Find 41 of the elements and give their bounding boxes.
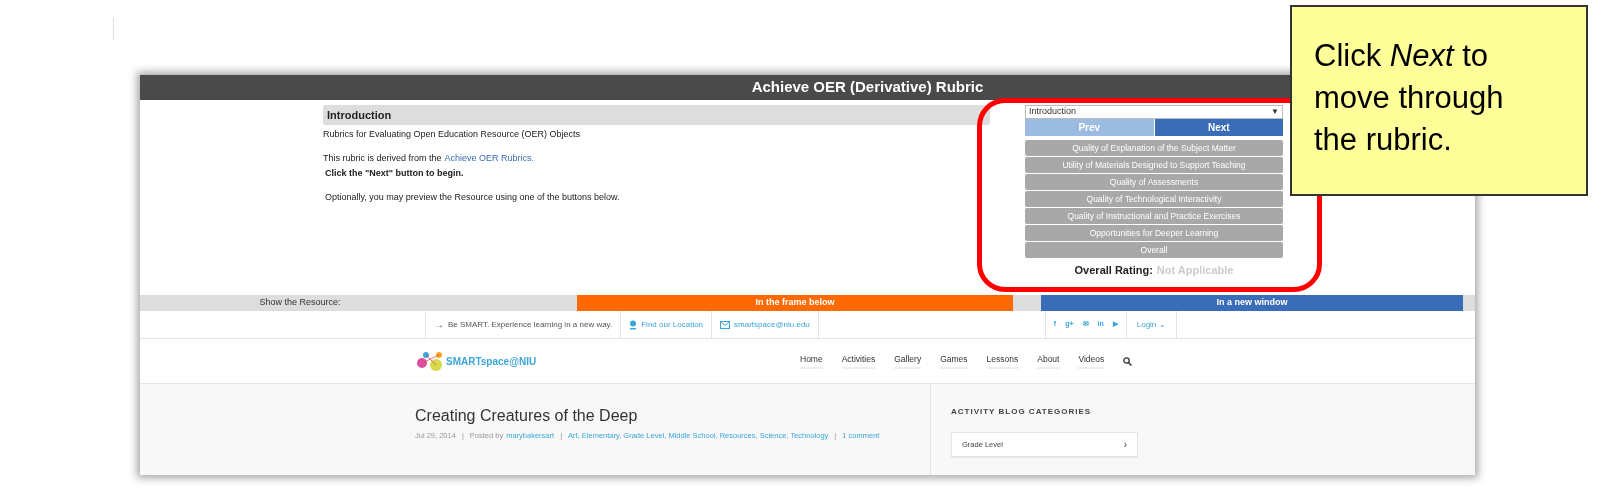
optional-text: Optionally, you may preview the Resource using one of the buttons below.: [325, 190, 621, 204]
description-text: This rubric is derived from the: [323, 151, 442, 165]
criterion-button[interactable]: Quality of Instructional and Practice Exercises: [1025, 208, 1283, 224]
next-button[interactable]: Next: [1154, 119, 1283, 136]
login-link[interactable]: Login ⌄: [1136, 318, 1166, 331]
mail-icon: [720, 320, 731, 329]
criterion-button[interactable]: Quality of Technological Interactivity: [1025, 191, 1283, 207]
location-pin-icon: [629, 319, 638, 330]
criterion-button[interactable]: Opportunities for Deeper Learning: [1025, 225, 1283, 241]
logo-icon: [416, 350, 444, 372]
section-heading: Introduction: [327, 107, 392, 123]
menu-item[interactable]: Activities: [841, 353, 876, 369]
site-logo[interactable]: SMARTspace@NIU: [446, 353, 537, 369]
overall-rating-label: Overall Rating:: [1074, 263, 1153, 278]
menu-item[interactable]: Home: [800, 353, 823, 369]
top-link[interactable]: smartspace@niu.edu: [734, 318, 810, 331]
callout-text: Click Next to move through the rubric.: [1314, 37, 1505, 159]
window-button[interactable]: In a new window: [1041, 295, 1463, 311]
menu-item[interactable]: Games: [940, 353, 968, 369]
menu-item[interactable]: Videos: [1078, 353, 1105, 369]
criterion-button[interactable]: Quality of Explanation of the Subject Matter: [1025, 140, 1283, 156]
menu-item[interactable]: About: [1037, 353, 1060, 369]
criterion-button[interactable]: Utility of Materials Designed to Support Teaching: [1025, 157, 1283, 173]
instruction-text: Click the "Next" button to begin.: [325, 167, 465, 180]
top-link[interactable]: Find our Location: [641, 318, 704, 331]
rubrics-link[interactable]: Achieve OER Rubrics.: [444, 151, 535, 165]
criterion-button[interactable]: Overall: [1025, 242, 1283, 258]
menu-item[interactable]: Lessons: [986, 353, 1019, 369]
arrow-icon: →: [434, 317, 444, 332]
search-icon[interactable]: [1123, 356, 1133, 366]
section-dropdown[interactable]: Introduction ▼: [1025, 105, 1283, 119]
criterion-button[interactable]: Quality of Assessments: [1025, 174, 1283, 190]
subtitle: Rubrics for Evaluating Open Education Resource (OER) Objects: [323, 128, 582, 141]
frame-button[interactable]: In the frame below: [577, 295, 1013, 311]
rubric-title: Achieve OER (Derivative) Rubric: [751, 77, 984, 98]
sidebar-heading: ACTIVITY BLOG CATEGORIES: [951, 406, 1093, 418]
post-title[interactable]: Creating Creatures of the Deep: [415, 404, 920, 428]
resource-label: Show the Resource:: [259, 296, 341, 310]
menu-item[interactable]: Gallery: [894, 353, 922, 369]
chevron-icon: ›: [1123, 437, 1127, 452]
tagline: Be SMART. Experience learning in a new way.: [448, 318, 613, 331]
